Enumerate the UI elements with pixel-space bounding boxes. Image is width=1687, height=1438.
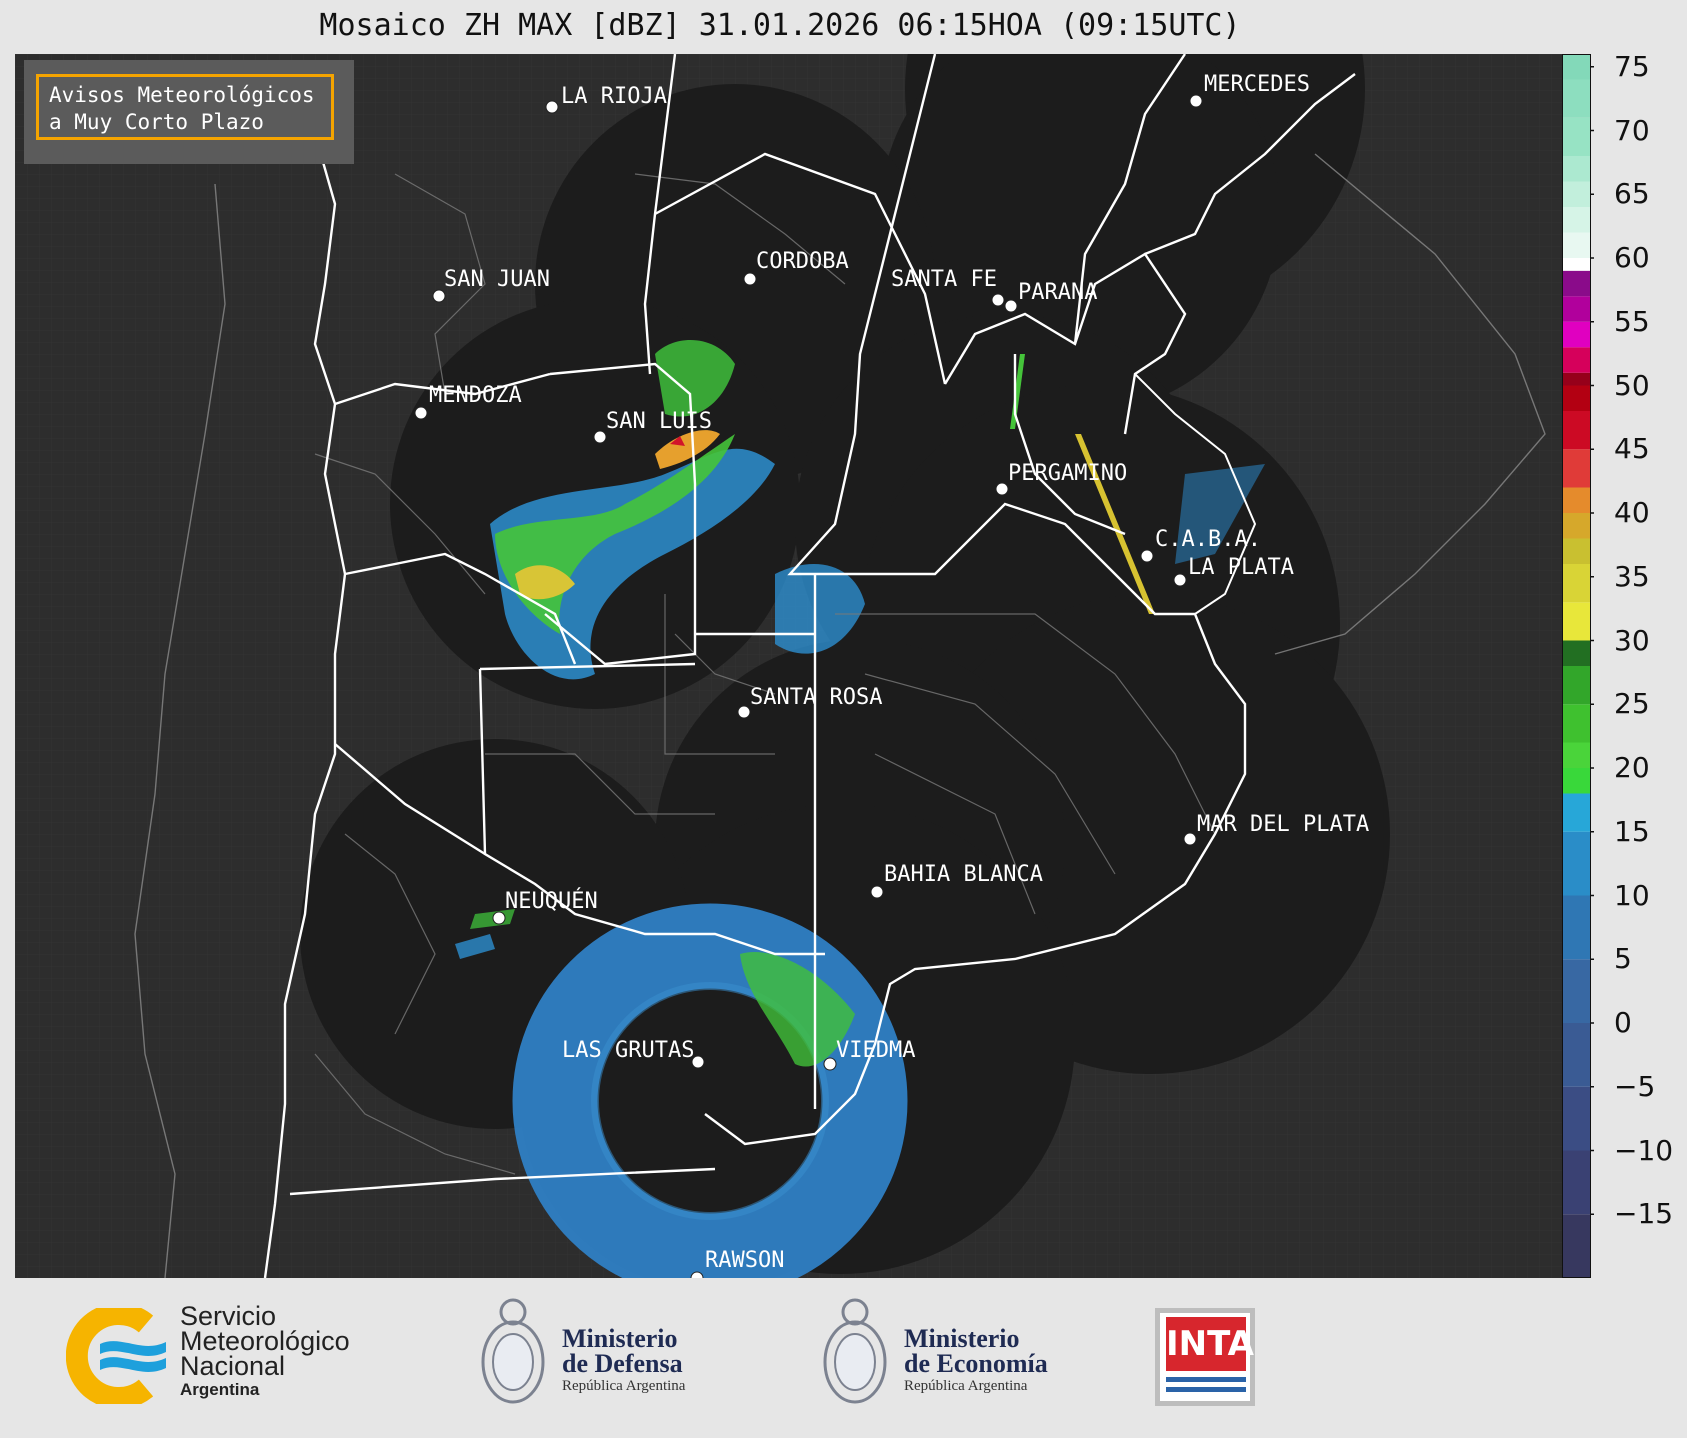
colorbar-segment (1562, 1214, 1590, 1278)
map-title: Mosaico ZH MAX [dBZ] 31.01.2026 06:15HOA… (319, 8, 1241, 43)
colorbar-tick-label: 5 (1614, 942, 1632, 976)
colorbar-segment (1562, 181, 1590, 207)
colorbar-tick-label: 10 (1614, 878, 1650, 912)
defensa-logo-text: Ministerio de Defensa República Argentin… (562, 1326, 685, 1396)
colorbar-segment (1562, 959, 1590, 1023)
colorbar-segment (1562, 640, 1590, 666)
colorbar-segment (1562, 207, 1590, 233)
defensa-line-2: de Defensa (562, 1349, 683, 1378)
colorbar-segment (1562, 347, 1590, 373)
colorbar-segment (1562, 704, 1590, 743)
city-label-neuquen: NEUQUÉN (505, 889, 598, 914)
colorbar-tick-label: 55 (1614, 304, 1650, 338)
city-label-san-juan: SAN JUAN (444, 267, 550, 292)
colorbar-segment (1562, 321, 1590, 348)
city-label-cordoba: CORDOBA (756, 249, 849, 274)
city-label-viedma: VIEDMA (836, 1038, 916, 1063)
economia-seal-icon (823, 1298, 887, 1404)
colorbar-segment (1562, 449, 1590, 488)
colorbar-segment (1562, 831, 1590, 896)
city-label-mercedes: MERCEDES (1204, 72, 1310, 97)
colorbar-segment (1562, 79, 1590, 118)
smn-sub: Argentina (180, 1380, 260, 1399)
defensa-sub: República Argentina (562, 1378, 686, 1394)
city-label-mar-del-plata: MAR DEL PLATA (1197, 812, 1370, 837)
colorbar-tick-label: 0 (1614, 1006, 1632, 1039)
warning-badge-frame: Avisos Meteorológicos a Muy Corto Plazo (36, 74, 334, 140)
city-label-pergamino: PERGAMINO (1008, 461, 1128, 486)
colorbar-segment (1562, 372, 1590, 386)
colorbar (1562, 54, 1594, 1278)
colorbar-segment (1562, 538, 1590, 564)
city-label-bahia-blanca: BAHIA BLANCA (884, 862, 1043, 887)
badge-line-2: a Muy Corto Plazo (49, 110, 264, 134)
colorbar-tick-label: 65 (1614, 177, 1650, 211)
colorbar-tick-label: 75 (1614, 49, 1650, 83)
colorbar-segment (1562, 742, 1590, 768)
colorbar-tick-label: 70 (1614, 113, 1650, 147)
economia-line-1: Ministerio (904, 1324, 1020, 1353)
colorbar-segment (1562, 411, 1590, 450)
colorbar-segment (1562, 232, 1590, 258)
colorbar-tick-label: 15 (1614, 814, 1650, 848)
colorbar-segment (1562, 156, 1590, 182)
badge-line-1: Avisos Meteorológicos (49, 83, 315, 107)
colorbar-tick-label: 60 (1614, 241, 1650, 274)
colorbar-segment (1562, 54, 1590, 80)
city-label-santa-fe: SANTA FE (891, 267, 997, 292)
city-label-santa-rosa: SANTA ROSA (750, 685, 883, 710)
colorbar-segment (1562, 564, 1590, 603)
colorbar-tick-label: 25 (1614, 687, 1650, 721)
colorbar-segment (1562, 768, 1590, 794)
colorbar-segment (1562, 666, 1590, 705)
city-label-caba: C.A.B.A. (1155, 527, 1261, 552)
colorbar-segment (1562, 1023, 1590, 1087)
city-label-las-grutas: LAS GRUTAS (562, 1038, 695, 1063)
city-label-parana: PARANA (1018, 280, 1098, 305)
city-label-la-rioja: LA RIOJA (561, 84, 667, 109)
city-label-san-luis: SAN LUIS (606, 409, 712, 434)
colorbar-tick-label: 20 (1614, 751, 1650, 784)
colorbar-segment (1562, 385, 1590, 411)
city-label-la-plata: LA PLATA (1188, 555, 1294, 580)
colorbar-segment (1562, 258, 1590, 271)
colorbar-segment (1562, 602, 1590, 641)
inta-bar-2 (1166, 1387, 1246, 1392)
warning-badge: Avisos Meteorológicos a Muy Corto Plazo (24, 60, 354, 164)
colorbar-segment (1562, 793, 1590, 832)
inta-bar-1 (1166, 1377, 1246, 1382)
inta-logo-text: INTA (1166, 1317, 1254, 1371)
colorbar-tick-label: 50 (1614, 368, 1650, 402)
defensa-line-1: Ministerio (562, 1324, 678, 1353)
colorbar-tick-label: −15 (1614, 1197, 1674, 1231)
smn-logo-text: Servicio Meteorológico Nacional Argentin… (180, 1303, 350, 1401)
economia-logo-text: Ministerio de Economía República Argenti… (904, 1326, 1048, 1396)
radar-map (15, 54, 1562, 1278)
city-label-rawson: RAWSON (705, 1248, 785, 1273)
colorbar-tick-label: 30 (1614, 623, 1650, 657)
economia-sub: República Argentina (904, 1378, 1028, 1394)
colorbar-segment (1562, 1086, 1590, 1151)
colorbar-tick-label: 35 (1614, 559, 1650, 593)
smn-logo-icon (66, 1308, 166, 1404)
colorbar-segment (1562, 513, 1590, 539)
colorbar-tick-label: 40 (1614, 496, 1650, 529)
colorbar-segment (1562, 1150, 1590, 1215)
colorbar-segment (1562, 117, 1590, 156)
colorbar-segment (1562, 487, 1590, 513)
colorbar-segment (1562, 895, 1590, 960)
colorbar-segment (1562, 270, 1590, 297)
city-label-mendoza: MENDOZA (429, 383, 522, 408)
inta-logo: INTA (1155, 1308, 1255, 1406)
colorbar-segment (1562, 296, 1590, 322)
colorbar-tick-label: 45 (1614, 432, 1650, 466)
defensa-seal-icon (481, 1298, 545, 1404)
colorbar-tick-label: −10 (1614, 1133, 1674, 1167)
smn-line-3: Nacional (180, 1351, 286, 1381)
logo-strip: Servicio Meteorológico Nacional Argentin… (0, 1278, 1687, 1438)
colorbar-tick-label: −5 (1614, 1069, 1656, 1103)
economia-line-2: de Economía (904, 1349, 1048, 1378)
